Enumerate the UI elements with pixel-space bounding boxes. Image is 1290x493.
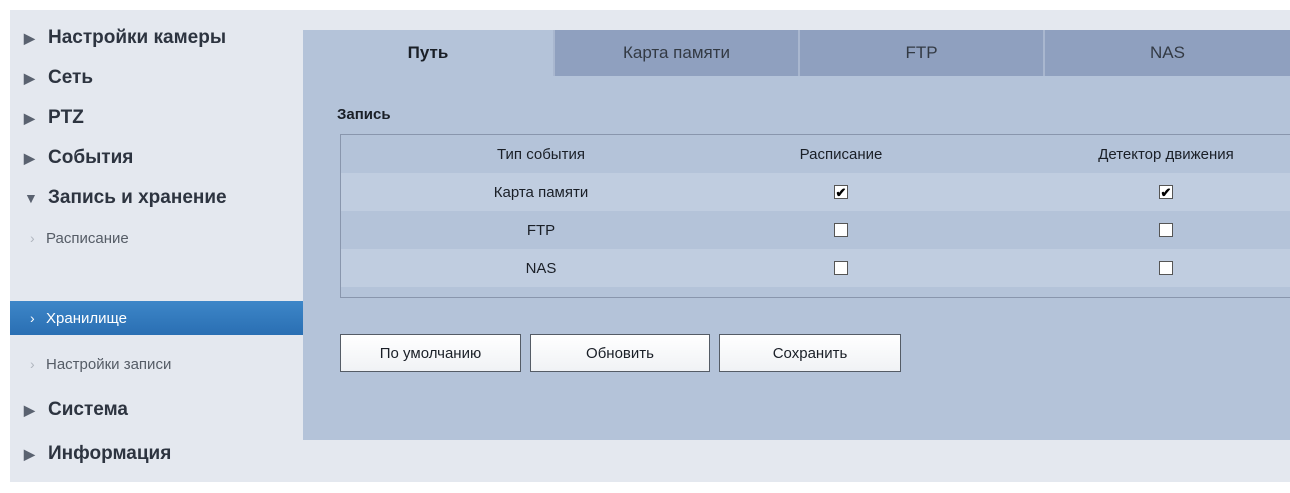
nav-system[interactable]: ▶ Система [10, 390, 303, 430]
expand-arrow-icon: ▶ [24, 149, 35, 166]
nav-camera-settings[interactable]: ▶ Настройки камеры [10, 18, 303, 58]
nav-info[interactable]: ▶ Информация [10, 434, 303, 474]
cell-schedule [741, 249, 941, 287]
row-label: Карта памяти [493, 183, 589, 201]
expand-arrow-icon: ▶ [24, 29, 35, 46]
sidebar: ▶ Настройки камеры ▶ Сеть ▶ PTZ ▶ Событи… [10, 10, 303, 482]
header-event-type: Тип события [497, 145, 585, 163]
schedule-checkbox[interactable]: ✔ [834, 185, 848, 199]
nav-label: Информация [48, 443, 172, 464]
cell-schedule [741, 211, 941, 249]
nav-ptz[interactable]: ▶ PTZ [10, 98, 303, 138]
save-button[interactable]: Сохранить [719, 334, 901, 372]
refresh-button[interactable]: Обновить [530, 334, 710, 372]
default-button[interactable]: По умолчанию [340, 334, 521, 372]
nav-sub-label: Расписание [46, 229, 129, 247]
schedule-checkbox[interactable] [834, 223, 848, 237]
table-row: NAS [341, 249, 1290, 287]
expand-arrow-icon: ▶ [24, 69, 35, 86]
nav-network[interactable]: ▶ Сеть [10, 58, 303, 98]
cell-motion: ✔ [1041, 173, 1290, 211]
nav-sub-label: Настройки записи [46, 355, 172, 373]
nav-sub-storage[interactable]: › Хранилище [10, 301, 303, 335]
content-panel: Путь Карта памяти FTP NAS Запись Тип соб… [303, 30, 1290, 440]
collapse-arrow-icon: ▼ [24, 190, 38, 206]
tab-memory-card[interactable]: Карта памяти [555, 30, 798, 76]
table-row: FTP [341, 211, 1290, 249]
chevron-right-icon: › [30, 310, 35, 326]
tab-ftp[interactable]: FTP [800, 30, 1043, 76]
table-row: Карта памяти ✔ ✔ [341, 173, 1290, 211]
schedule-checkbox[interactable] [834, 261, 848, 275]
nav-label: PTZ [48, 107, 84, 128]
tab-nas[interactable]: NAS [1045, 30, 1290, 76]
motion-checkbox[interactable] [1159, 261, 1173, 275]
expand-arrow-icon: ▶ [24, 401, 35, 418]
nav-label: Система [48, 399, 128, 420]
tab-path[interactable]: Путь [303, 30, 553, 76]
section-title: Запись [337, 106, 391, 123]
cell-motion [1041, 249, 1290, 287]
app-frame: ▶ Настройки камеры ▶ Сеть ▶ PTZ ▶ Событи… [10, 10, 1290, 482]
expand-arrow-icon: ▶ [24, 445, 35, 462]
nav-label: Запись и хранение [48, 187, 227, 208]
motion-checkbox[interactable] [1159, 223, 1173, 237]
cell-schedule: ✔ [741, 173, 941, 211]
nav-record-storage[interactable]: ▼ Запись и хранение [10, 178, 303, 218]
header-motion: Детектор движения [1098, 145, 1234, 163]
chevron-right-icon: › [30, 230, 35, 246]
nav-events[interactable]: ▶ События [10, 138, 303, 178]
tab-content: Запись Тип события Расписание Детектор д… [303, 76, 1290, 440]
row-label: FTP [526, 221, 556, 239]
nav-sub-record-settings[interactable]: › Настройки записи [10, 344, 303, 384]
nav-sub-schedule[interactable]: › Расписание [10, 218, 303, 258]
row-label: NAS [525, 259, 557, 277]
nav-label: Настройки камеры [48, 27, 227, 48]
cell-motion [1041, 211, 1290, 249]
nav-label: События [48, 147, 134, 168]
chevron-right-icon: › [30, 356, 35, 372]
motion-checkbox[interactable]: ✔ [1159, 185, 1173, 199]
nav-label: Сеть [48, 67, 94, 88]
expand-arrow-icon: ▶ [24, 109, 35, 126]
table-header-row: Тип события Расписание Детектор движения [341, 135, 1290, 173]
record-table: Тип события Расписание Детектор движения… [340, 134, 1290, 298]
header-schedule: Расписание [799, 145, 883, 163]
nav-sub-label: Хранилище [46, 309, 127, 327]
tab-bar: Путь Карта памяти FTP NAS [303, 30, 1290, 76]
